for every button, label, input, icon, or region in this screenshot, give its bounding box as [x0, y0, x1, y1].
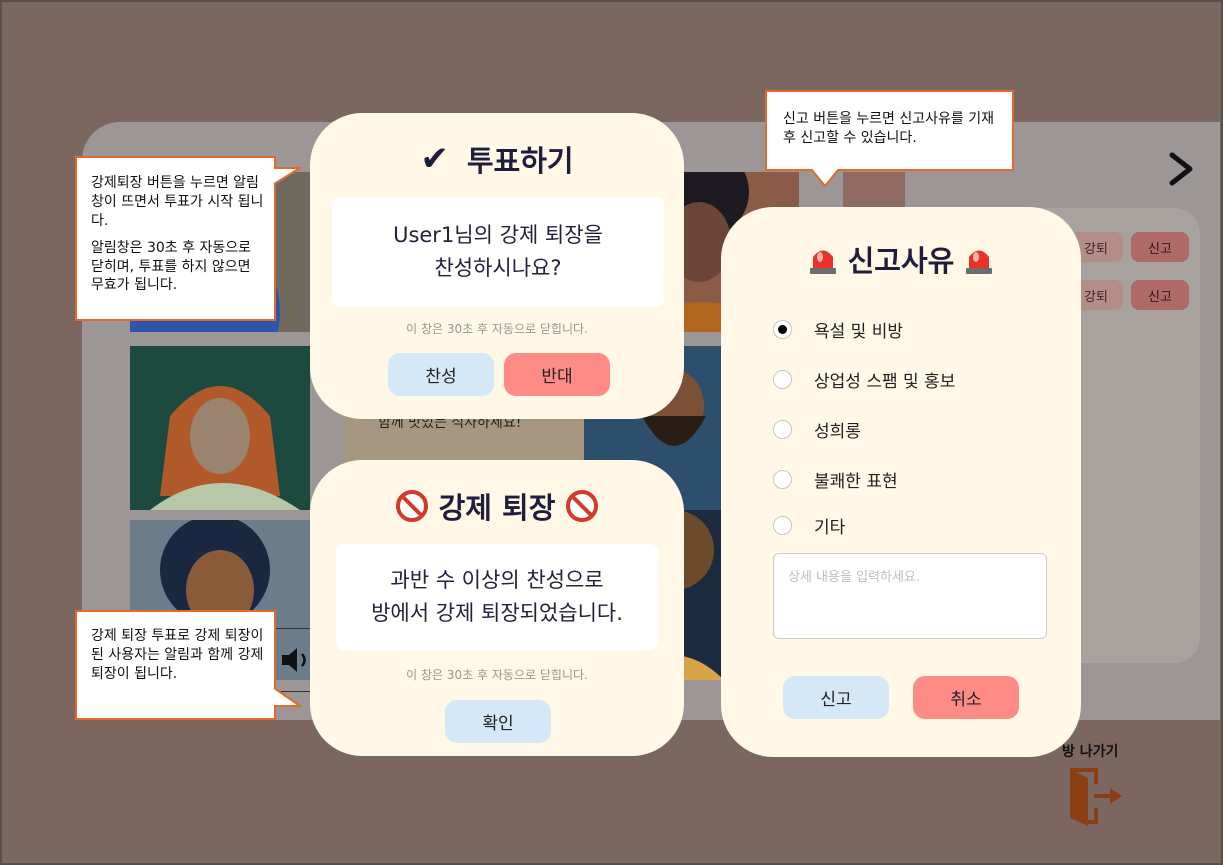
siren-icon [809, 250, 836, 274]
report-submit-button[interactable]: 신고 [783, 676, 889, 719]
radio-button[interactable] [773, 470, 792, 489]
vote-question: User1님의 강제 퇴장을 찬성하시나요? [332, 197, 664, 307]
disagree-button[interactable]: 반대 [504, 353, 610, 396]
callout-tail [274, 167, 302, 185]
callout-tail [274, 687, 302, 707]
no-entry-icon [395, 490, 428, 522]
exit-room-label: 방 나가기 [1062, 744, 1119, 760]
confirm-button[interactable]: 확인 [445, 700, 551, 743]
speaker-icon [282, 648, 306, 672]
vote-modal-title: ✔ 투표하기 [420, 139, 574, 179]
report-reason-option[interactable]: 욕설 및 비방 [773, 317, 903, 342]
forced-exit-modal: 강제 퇴장 과반 수 이상의 찬성으로 방에서 강제 퇴장되었습니다. 이 창은… [310, 460, 684, 756]
forced-exit-title: 강제 퇴장 [310, 486, 684, 526]
report-detail-input[interactable] [773, 553, 1047, 639]
report-button[interactable]: 신고 [1131, 280, 1189, 310]
radio-button[interactable] [773, 320, 792, 339]
no-entry-icon [566, 490, 599, 522]
radio-selected-dot [778, 325, 787, 334]
video-tile [130, 346, 310, 510]
report-button[interactable]: 신고 [1131, 232, 1189, 262]
report-reason-option[interactable]: 상업성 스팸 및 홍보 [773, 367, 955, 392]
report-reason-option[interactable]: 불쾌한 표현 [773, 467, 898, 492]
chevron-right-icon[interactable] [1166, 152, 1196, 186]
report-modal-title: 신고사유 [721, 239, 1081, 279]
report-reason-option[interactable]: 성희롱 [773, 417, 861, 442]
siren-icon [966, 250, 993, 274]
callout-tail [811, 169, 839, 188]
radio-button[interactable] [773, 370, 792, 389]
forced-exit-annotation: 강제 퇴장 투표로 강제 퇴장이 된 사용자는 알림과 함께 강제퇴장이 됩니다… [75, 610, 276, 720]
vote-modal: ✔ 투표하기 User1님의 강제 퇴장을 찬성하시나요? 이 창은 30초 후… [310, 113, 684, 419]
radio-button[interactable] [773, 420, 792, 439]
radio-button[interactable] [773, 516, 792, 535]
report-reason-option[interactable]: 기타 [773, 513, 845, 538]
vote-annotation: 강제퇴장 버튼을 누르면 알림 창이 뜨면서 투표가 시작 됩니다. 알림창은 … [75, 156, 276, 321]
agree-button[interactable]: 찬성 [388, 353, 494, 396]
forced-exit-message: 과반 수 이상의 찬성으로 방에서 강제 퇴장되었습니다. [336, 544, 658, 650]
report-annotation: 신고 버튼을 누르면 신고사유를 기재 후 신고할 수 있습니다. [765, 90, 1014, 171]
exit-door-icon[interactable] [1066, 764, 1126, 826]
auto-close-notice: 이 창은 30초 후 자동으로 닫힙니다. [406, 668, 588, 682]
auto-close-notice: 이 창은 30초 후 자동으로 닫힙니다. [406, 322, 588, 336]
check-icon: ✔ [420, 139, 449, 179]
report-cancel-button[interactable]: 취소 [913, 676, 1019, 719]
report-modal: 신고사유 욕설 및 비방 상업성 스팸 및 홍보 성희롱 불쾌한 표현 기타 신… [721, 207, 1081, 757]
